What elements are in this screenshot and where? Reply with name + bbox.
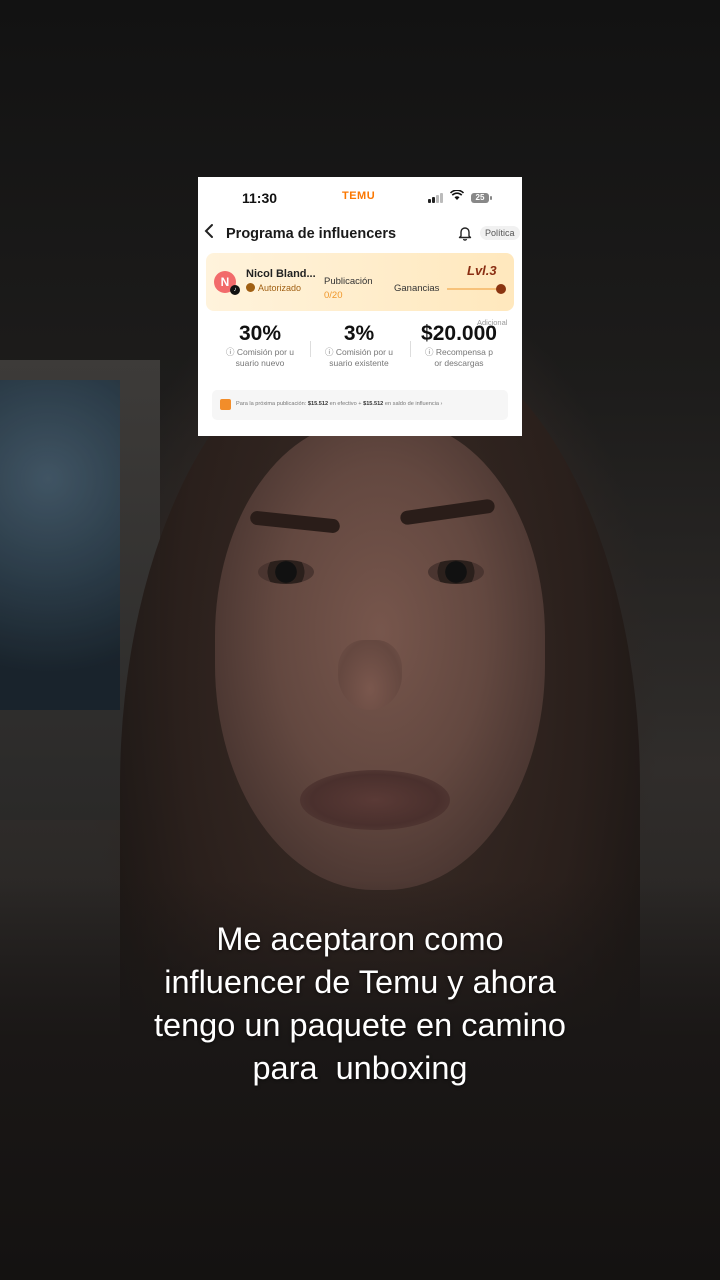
person-eye-left bbox=[258, 560, 314, 584]
commission-stats: Adicional 30% ⓘ Comisión por u suario nu… bbox=[206, 315, 514, 381]
verified-label: Autorizado bbox=[258, 283, 302, 293]
person-eye-right bbox=[428, 560, 484, 584]
stat-new-user-commission[interactable]: 30% ⓘ Comisión por u suario nuevo bbox=[210, 322, 310, 368]
tiktok-icon: ♪ bbox=[230, 285, 240, 295]
stat-caption-line2: suario nuevo bbox=[235, 358, 285, 368]
signal-icon bbox=[428, 193, 446, 203]
status-brand: TEMU bbox=[342, 190, 376, 202]
earnings-progress-bar bbox=[447, 288, 497, 290]
wifi-icon bbox=[449, 189, 465, 204]
status-time: 11:30 bbox=[242, 190, 278, 206]
publication-value: 0/20 bbox=[324, 290, 343, 301]
nav-bar: Programa de influencers Política bbox=[198, 219, 522, 249]
caption-line: Me aceptaron como bbox=[216, 921, 504, 957]
chevron-left-icon[interactable] bbox=[204, 223, 214, 243]
policy-button[interactable]: Política bbox=[480, 226, 520, 240]
temu-screenshot-overlay: 11:30 TEMU 25 Programa de influencers Po… bbox=[198, 177, 522, 436]
background-painting bbox=[0, 380, 120, 710]
earnings-label: Ganancias bbox=[394, 283, 440, 294]
stat-caption-line2: suario existente bbox=[329, 358, 389, 368]
bell-icon[interactable] bbox=[457, 225, 473, 241]
stat-caption-line1: ⓘ Recompensa p bbox=[424, 347, 494, 357]
page-title: Programa de influencers bbox=[226, 226, 397, 242]
stat-caption-line1: ⓘ Comisión por u bbox=[225, 347, 295, 357]
verified-icon bbox=[246, 283, 255, 292]
publication-label: Publicación bbox=[324, 276, 373, 287]
stat-value: $20.000 bbox=[421, 322, 497, 345]
status-bar: 11:30 TEMU 25 bbox=[198, 177, 522, 217]
video-caption: Me aceptaron como influencer de Temu y a… bbox=[60, 918, 660, 1090]
footer-post: en saldo de influencia › bbox=[384, 401, 443, 407]
footer-balance-amount: $15.512 bbox=[363, 401, 384, 407]
earnings-progress-dot-icon bbox=[496, 284, 506, 294]
stat-value: 3% bbox=[343, 322, 375, 345]
caption-line: influencer de Temu y ahora bbox=[164, 964, 556, 1000]
verified-status: Autorizado bbox=[246, 283, 301, 293]
stat-caption-line1: ⓘ Comisión por u bbox=[324, 347, 394, 357]
person-mouth bbox=[300, 770, 450, 830]
person-nose bbox=[338, 640, 402, 710]
footer-cash-amount: $15.512 bbox=[307, 401, 329, 407]
battery-icon: 25 bbox=[471, 193, 492, 203]
user-name: Nicol Bland... bbox=[246, 268, 316, 280]
stat-existing-user-commission[interactable]: 3% ⓘ Comisión por u suario existente bbox=[309, 322, 409, 368]
footer-mid: en efectivo + bbox=[329, 401, 362, 407]
level-badge: Lvl.3 bbox=[467, 263, 497, 278]
next-publication-text: Para la próxima publicación: $15.512 en … bbox=[236, 401, 442, 407]
profile-level-card[interactable]: N ♪ Nicol Bland... Autorizado Publicació… bbox=[206, 253, 514, 311]
next-publication-banner[interactable]: Para la próxima publicación: $15.512 en … bbox=[212, 390, 508, 420]
stat-value: 30% bbox=[238, 322, 282, 345]
gift-icon bbox=[220, 399, 231, 410]
stat-caption-line2: or descargas bbox=[434, 358, 484, 368]
caption-line: tengo un paquete en camino bbox=[154, 1007, 566, 1043]
caption-line: para unboxing bbox=[252, 1050, 468, 1086]
stat-download-reward[interactable]: $20.000 ⓘ Recompensa p or descargas bbox=[409, 322, 509, 368]
footer-pre: Para la próxima publicación: bbox=[236, 401, 307, 407]
